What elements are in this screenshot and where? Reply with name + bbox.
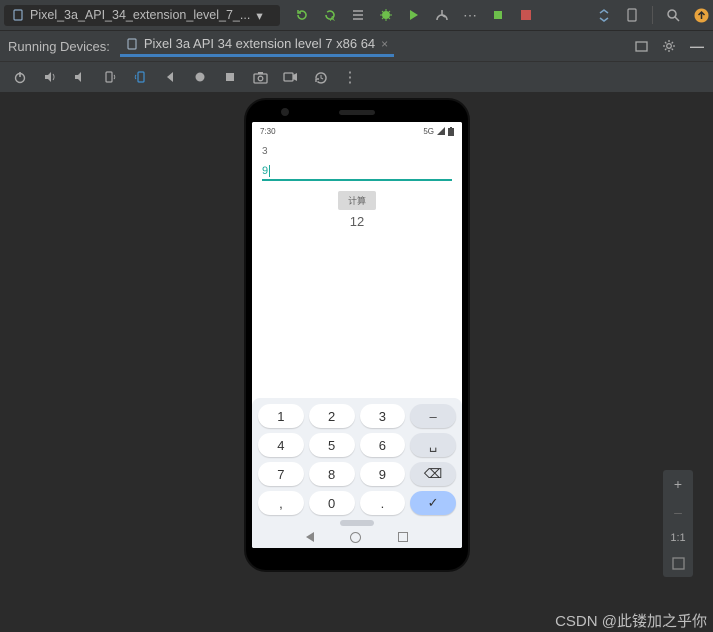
watermark-text: CSDN @此镂加之乎你	[555, 610, 707, 631]
input-2-value: 9	[262, 165, 268, 177]
minimize-icon[interactable]: —	[689, 38, 705, 54]
attach-debug-icon[interactable]	[490, 7, 506, 23]
key-5[interactable]: 5	[309, 433, 355, 457]
zoom-actual-button[interactable]: 1:1	[670, 532, 685, 544]
keyboard-handle[interactable]	[340, 520, 374, 526]
nav-home-icon[interactable]	[350, 532, 361, 543]
key-6[interactable]: 6	[360, 433, 406, 457]
text-cursor	[269, 165, 270, 177]
close-icon[interactable]: ×	[381, 37, 388, 51]
key-done[interactable]: ✓	[410, 491, 456, 515]
running-devices-label: Running Devices:	[8, 39, 110, 54]
run-config-dropdown[interactable]: Pixel_3a_API_34_extension_level_7_... ▾	[4, 5, 280, 26]
tab-device[interactable]: Pixel 3a API 34 extension level 7 x86 64…	[120, 35, 394, 57]
overview-icon[interactable]	[222, 69, 238, 85]
run-config-name: Pixel_3a_API_34_extension_level_7_...	[30, 8, 250, 22]
window-icon[interactable]	[633, 38, 649, 54]
zoom-in-button[interactable]: +	[674, 476, 682, 492]
updates-icon[interactable]	[693, 7, 709, 23]
svg-text:A: A	[330, 16, 335, 23]
stop-icon[interactable]	[518, 7, 534, 23]
signal-icon	[437, 127, 445, 135]
key-1[interactable]: 1	[258, 404, 304, 428]
rotate-right-icon[interactable]	[132, 69, 148, 85]
status-bar: 7:30 5G	[252, 122, 462, 140]
more-vert-icon[interactable]: ⋮	[342, 69, 358, 85]
nav-back-icon[interactable]	[306, 532, 314, 542]
key-2[interactable]: 2	[309, 404, 355, 428]
speaker	[339, 110, 375, 115]
device-icon	[12, 9, 24, 21]
input-2-field[interactable]: 9	[262, 165, 452, 181]
volume-down-icon[interactable]	[72, 69, 88, 85]
soft-keyboard: 1 2 3 – 4 5 6 ␣ 7 8 9 ⌫ ,	[252, 398, 462, 548]
restart-icon[interactable]	[294, 7, 310, 23]
record-icon[interactable]	[282, 69, 298, 85]
device-manager-icon[interactable]	[624, 7, 640, 23]
key-8[interactable]: 8	[309, 462, 355, 486]
key-3[interactable]: 3	[360, 404, 406, 428]
history-icon[interactable]	[312, 69, 328, 85]
nav-bar	[258, 528, 456, 546]
gear-icon[interactable]	[661, 38, 677, 54]
screenshot-icon[interactable]	[252, 69, 268, 85]
nav-overview-icon[interactable]	[398, 532, 408, 542]
result-text: 12	[262, 214, 452, 229]
run-icon[interactable]	[406, 7, 422, 23]
key-7[interactable]: 7	[258, 462, 304, 486]
power-icon[interactable]	[12, 69, 28, 85]
key-4[interactable]: 4	[258, 433, 304, 457]
emulator-device: 7:30 5G 3 9 计算 12 1	[246, 100, 468, 570]
device-screen[interactable]: 7:30 5G 3 9 计算 12 1	[252, 122, 462, 548]
battery-icon	[448, 127, 454, 136]
phone-icon	[126, 38, 138, 50]
tab-device-label: Pixel 3a API 34 extension level 7 x86 64	[144, 36, 375, 51]
zoom-out-button[interactable]: –	[674, 504, 682, 520]
status-network: 5G	[423, 127, 434, 136]
more-icon[interactable]: ⋯	[462, 7, 478, 23]
zoom-fit-icon[interactable]	[671, 556, 686, 571]
camera-dot	[281, 108, 289, 116]
restart-with-icon[interactable]: A	[322, 7, 338, 23]
list-icon[interactable]	[350, 7, 366, 23]
status-time: 7:30	[260, 127, 276, 136]
input-1-value[interactable]: 3	[262, 146, 452, 157]
home-icon[interactable]	[192, 69, 208, 85]
key-comma[interactable]: ,	[258, 491, 304, 515]
profile-icon[interactable]	[434, 7, 450, 23]
key-space[interactable]: ␣	[410, 433, 456, 457]
search-icon[interactable]	[665, 7, 681, 23]
key-0[interactable]: 0	[309, 491, 355, 515]
rotate-left-icon[interactable]	[102, 69, 118, 85]
debug-icon[interactable]	[378, 7, 394, 23]
dropdown-caret-icon: ▾	[256, 8, 262, 23]
calculate-button[interactable]: 计算	[338, 191, 376, 210]
zoom-panel: + – 1:1	[663, 470, 693, 577]
key-dash[interactable]: –	[410, 404, 456, 428]
volume-up-icon[interactable]	[42, 69, 58, 85]
back-icon[interactable]	[162, 69, 178, 85]
sync-icon[interactable]	[596, 7, 612, 23]
key-dot[interactable]: .	[360, 491, 406, 515]
key-backspace[interactable]: ⌫	[410, 462, 456, 486]
key-9[interactable]: 9	[360, 462, 406, 486]
